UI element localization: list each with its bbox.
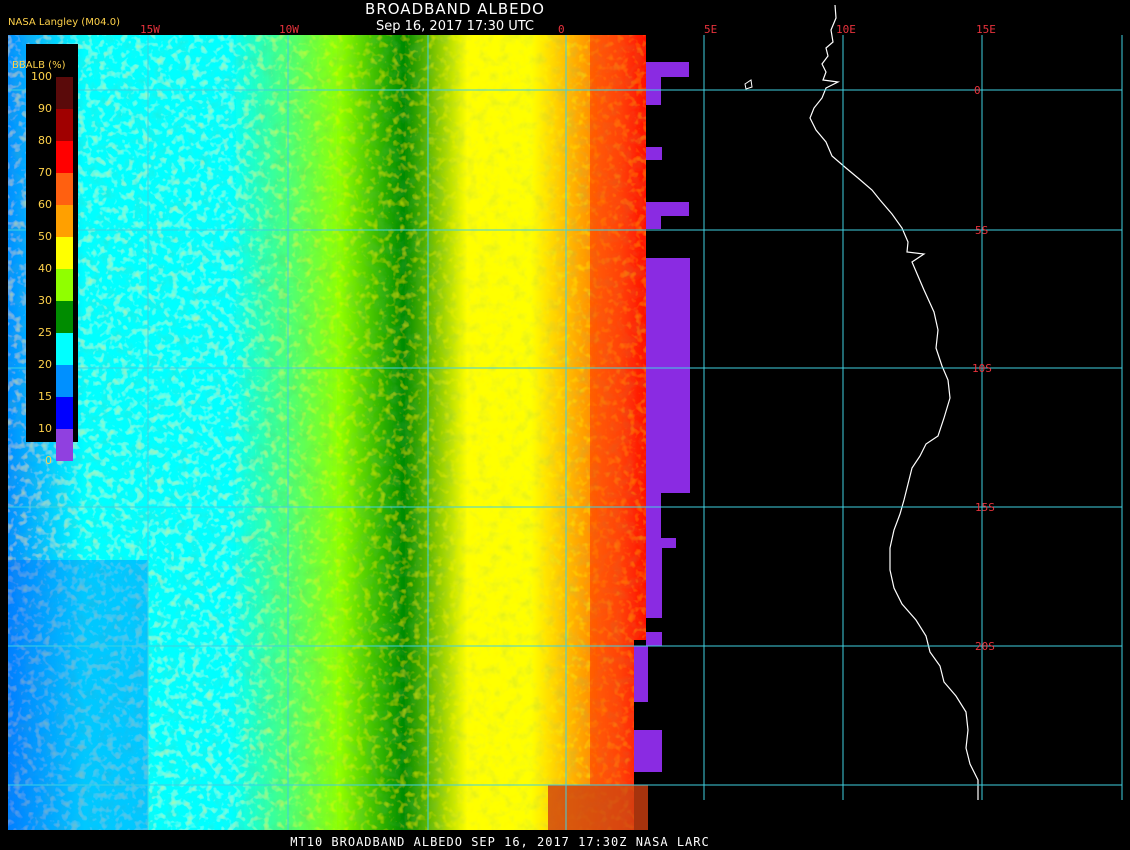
island [744, 79, 753, 90]
legend-swatch [56, 237, 73, 269]
legend-tick-label: 60 [38, 198, 52, 211]
legend-tick-label: 100 [31, 70, 52, 83]
legend-swatch [56, 301, 73, 333]
legend-tick-label: 10 [38, 422, 52, 435]
color-legend: BBALB (%) 100 90 80 70 60 50 40 30 25 20 15 10 0 [12, 44, 78, 467]
legend-swatch [56, 77, 73, 109]
legend-tick-label: 20 [38, 358, 52, 371]
lat-label-5s: 5S [975, 224, 988, 237]
legend-swatch [56, 173, 73, 205]
lat-label-20s: 20S [975, 640, 995, 653]
legend-swatch [56, 397, 73, 429]
legend-tick-label: 40 [38, 262, 52, 275]
legend-swatch [56, 365, 73, 397]
lat-label-0: 0 [974, 84, 981, 97]
legend-tick-label: 70 [38, 166, 52, 179]
albedo-swath [8, 35, 690, 830]
albedo-map: 15W 10W 0 5E 10E 15E 0 5S 10S 15S 20S [8, 4, 1123, 830]
map-title: BROADBAND ALBEDO [365, 0, 545, 18]
legend-tick-label: 25 [38, 326, 52, 339]
legend-swatch [56, 333, 73, 365]
legend-tick-label: 90 [38, 102, 52, 115]
legend-tick-label: 80 [38, 134, 52, 147]
coastline [809, 4, 979, 800]
legend-swatch [56, 205, 73, 237]
lat-label-15s: 15S [975, 501, 995, 514]
legend-tick-label: 0 [45, 454, 52, 467]
latitude-labels: 0 5S 10S 15S 20S [972, 84, 995, 653]
footer-caption: MT10 BROADBAND ALBEDO SEP 16, 2017 17:30… [290, 835, 710, 849]
map-subtitle: Sep 16, 2017 17:30 UTC [375, 19, 535, 34]
provider-label: NASA Langley (M04.0) [8, 17, 120, 28]
legend-tick-label: 30 [38, 294, 52, 307]
legend-swatch [56, 141, 73, 173]
legend-swatch [56, 429, 73, 461]
legend-tick-label: 15 [38, 390, 52, 403]
legend-tick-label: 50 [38, 230, 52, 243]
legend-swatch [56, 109, 73, 141]
lat-label-10s: 10S [972, 362, 992, 375]
legend-swatch [56, 269, 73, 301]
